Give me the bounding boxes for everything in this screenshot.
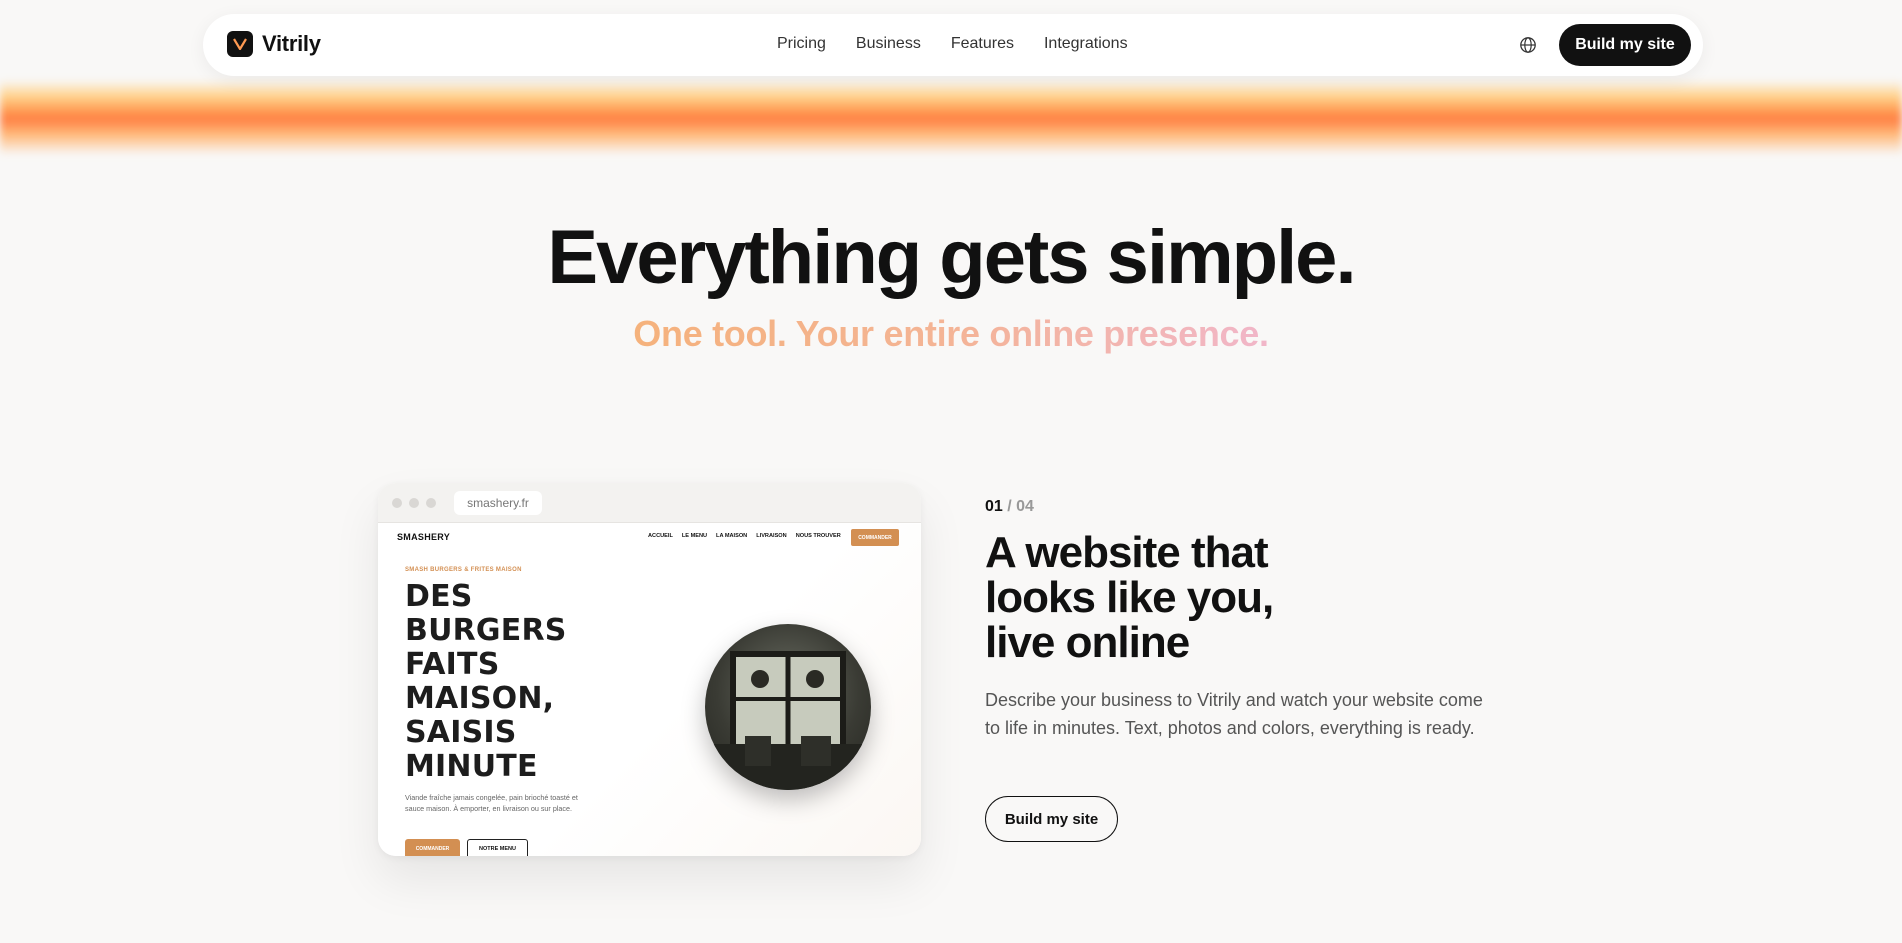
globe-icon[interactable] bbox=[1519, 36, 1537, 54]
browser-chrome: smashery.fr bbox=[378, 483, 921, 523]
brand-logo[interactable]: Vitrily bbox=[227, 31, 321, 57]
feature-title-line: A website that bbox=[985, 528, 1269, 577]
preview-menu-item: LA MAISON bbox=[716, 533, 748, 539]
main-menu: Pricing Business Features Integrations bbox=[777, 35, 1128, 53]
step-total: 04 bbox=[1016, 498, 1034, 515]
v-logo-icon bbox=[227, 31, 253, 57]
preview-menu-item: LIVRAISON bbox=[756, 533, 787, 539]
preview-site-brand: SMASHERY bbox=[397, 532, 451, 542]
preview-kicker: SMASH BURGERS & FRITES MAISON bbox=[405, 567, 522, 573]
preview-url: smashery.fr bbox=[454, 491, 542, 515]
nav-features[interactable]: Features bbox=[951, 35, 1014, 53]
preview-site-menu: ACCUEIL LE MENU LA MAISON LIVRAISON NOUS… bbox=[648, 533, 841, 539]
preview-menu-item: NOUS TROUVER bbox=[795, 533, 841, 539]
top-navbar: Vitrily Pricing Business Features Integr… bbox=[203, 14, 1703, 76]
preview-primary-button: COMMANDER bbox=[405, 839, 460, 856]
nav-business[interactable]: Business bbox=[856, 35, 921, 53]
hero-tagline-text: One tool. Your entire online presence. bbox=[633, 313, 1269, 354]
window-dot-icon bbox=[409, 498, 419, 508]
step-separator: / bbox=[1007, 498, 1012, 515]
feature-title: A website that looks like you, live onli… bbox=[985, 530, 1405, 665]
hero-title: Everything gets simple. bbox=[547, 215, 1356, 300]
hero-tagline: One tool. Your entire online presence. bbox=[0, 313, 1902, 355]
hero-gradient-glow bbox=[0, 80, 1902, 155]
preview-description: Viande fraîche jamais congelée, pain bri… bbox=[405, 793, 578, 813]
window-dot-icon bbox=[392, 498, 402, 508]
preview-headline: DES BURGERS FAITS MAISON, SAISIS MINUTE bbox=[405, 579, 567, 784]
preview-site: SMASHERY ACCUEIL LE MENU LA MAISON LIVRA… bbox=[378, 524, 921, 856]
nav-pricing[interactable]: Pricing bbox=[777, 35, 826, 53]
nav-integrations[interactable]: Integrations bbox=[1044, 35, 1128, 53]
feature-title-line: live online bbox=[985, 618, 1190, 667]
preview-menu-item: ACCUEIL bbox=[648, 533, 673, 539]
window-dot-icon bbox=[426, 498, 436, 508]
preview-order-button: COMMANDER bbox=[851, 529, 899, 546]
build-my-site-button[interactable]: Build my site bbox=[1559, 24, 1691, 66]
preview-secondary-button: NOTRE MENU bbox=[467, 839, 528, 856]
feature-description: Describe your business to Vitrily and wa… bbox=[985, 690, 1483, 738]
website-preview-window: smashery.fr SMASHERY ACCUEIL LE MENU LA … bbox=[378, 483, 921, 856]
restaurant-photo bbox=[705, 624, 871, 790]
brand-name: Vitrily bbox=[262, 31, 321, 56]
feature-title-line: looks like you, bbox=[985, 573, 1274, 622]
step-counter: 01 / 04 bbox=[985, 498, 1034, 516]
build-my-site-secondary-button[interactable]: Build my site bbox=[985, 796, 1118, 842]
step-current: 01 bbox=[985, 498, 1003, 515]
preview-menu-item: LE MENU bbox=[681, 533, 708, 539]
